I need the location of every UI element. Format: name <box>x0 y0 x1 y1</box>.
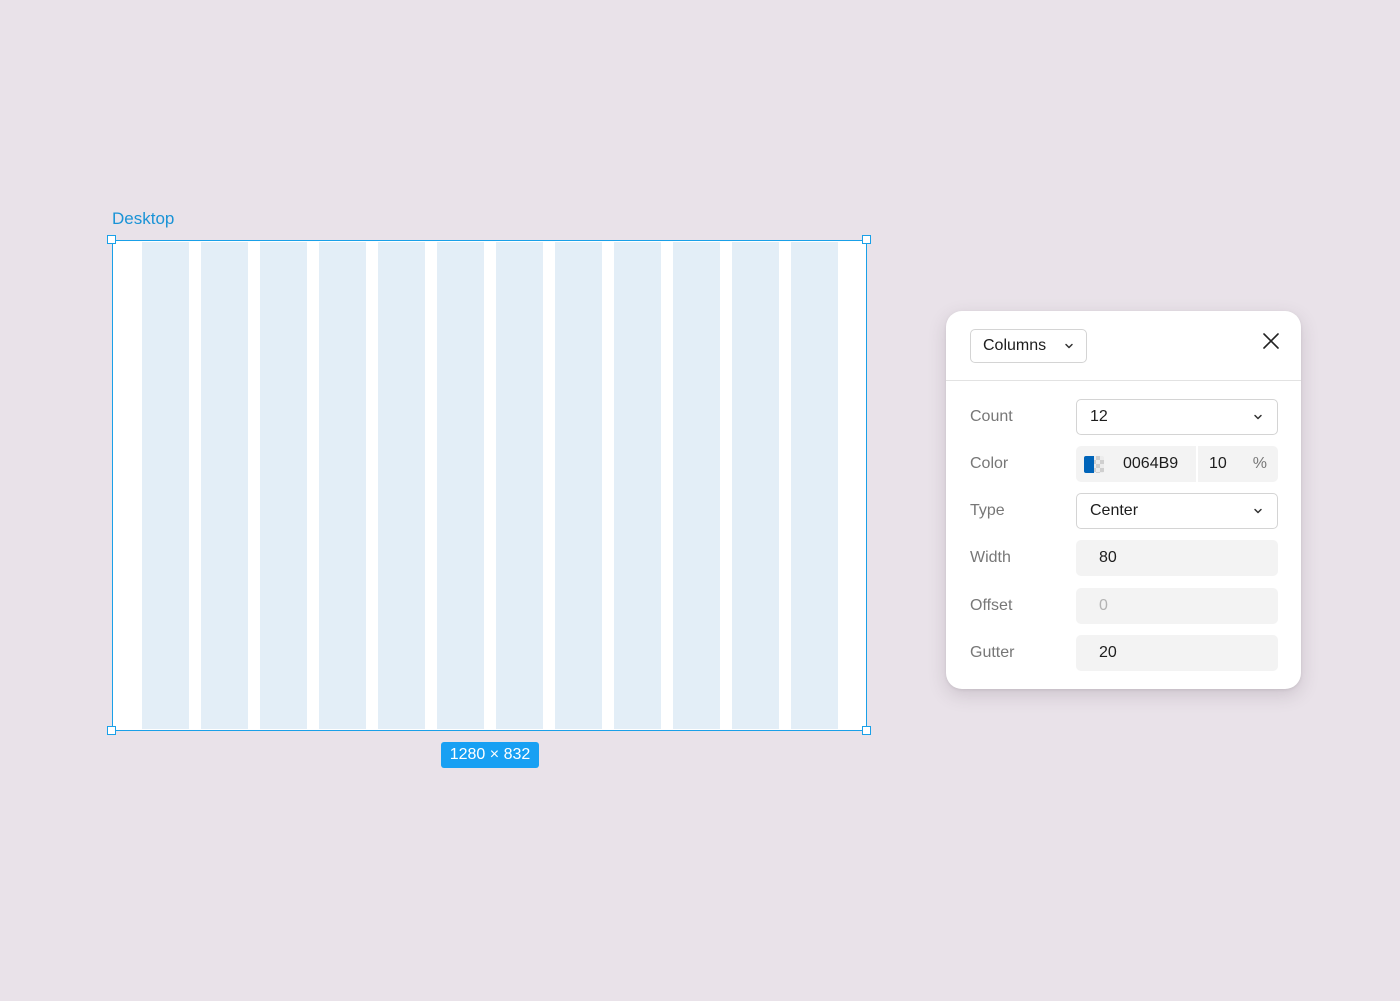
grid-column <box>437 242 484 729</box>
color-field: 0064B9 10 % <box>1076 446 1278 482</box>
grid-column <box>319 242 366 729</box>
grid-column <box>673 242 720 729</box>
count-row: Count 12 <box>946 399 1301 435</box>
color-opacity-input[interactable]: 10 <box>1209 446 1227 482</box>
grid-column <box>791 242 838 729</box>
color-row: Color 0064B9 10 % <box>946 446 1301 482</box>
layout-grid-panel: Columns Count 12 Color 0064B9 10 % Type … <box>946 311 1301 689</box>
grid-column <box>732 242 779 729</box>
color-label: Color <box>970 455 1009 472</box>
grid-type-label: Columns <box>983 337 1047 354</box>
frame-name-label[interactable]: Desktop <box>112 209 174 229</box>
type-value: Center <box>1090 502 1139 519</box>
color-swatch-solid <box>1084 456 1094 473</box>
count-value: 12 <box>1090 408 1108 425</box>
color-divider <box>1196 446 1198 482</box>
grid-type-dropdown[interactable]: Columns <box>970 329 1087 363</box>
close-icon[interactable] <box>1261 331 1281 351</box>
frame-size-badge: 1280 × 832 <box>441 742 539 768</box>
type-label: Type <box>970 502 1005 519</box>
width-input[interactable]: 80 <box>1076 540 1278 576</box>
desktop-frame[interactable] <box>112 240 867 731</box>
width-row: Width 80 <box>946 540 1301 576</box>
grid-column <box>378 242 425 729</box>
grid-column <box>555 242 602 729</box>
panel-header: Columns <box>946 311 1301 381</box>
grid-column <box>614 242 661 729</box>
gutter-row: Gutter 20 <box>946 635 1301 671</box>
width-label: Width <box>970 549 1011 566</box>
chevron-down-icon <box>1064 330 1074 362</box>
resize-handle-bottom-right[interactable] <box>862 726 871 735</box>
gutter-label: Gutter <box>970 644 1015 661</box>
chevron-down-icon <box>1253 494 1263 528</box>
type-select[interactable]: Center <box>1076 493 1278 529</box>
type-row: Type Center <box>946 493 1301 529</box>
opacity-percent-unit: % <box>1252 455 1267 472</box>
offset-row: Offset 0 <box>946 588 1301 624</box>
color-hex-input[interactable]: 0064B9 <box>1123 446 1178 482</box>
offset-input[interactable]: 0 <box>1076 588 1278 624</box>
color-swatch[interactable] <box>1084 456 1104 473</box>
count-select[interactable]: 12 <box>1076 399 1278 435</box>
resize-handle-top-left[interactable] <box>107 235 116 244</box>
resize-handle-top-right[interactable] <box>862 235 871 244</box>
grid-column <box>201 242 248 729</box>
offset-label: Offset <box>970 597 1013 614</box>
grid-column <box>142 242 189 729</box>
resize-handle-bottom-left[interactable] <box>107 726 116 735</box>
gutter-input[interactable]: 20 <box>1076 635 1278 671</box>
count-label: Count <box>970 408 1013 425</box>
grid-column <box>496 242 543 729</box>
chevron-down-icon <box>1253 400 1263 434</box>
grid-column <box>260 242 307 729</box>
